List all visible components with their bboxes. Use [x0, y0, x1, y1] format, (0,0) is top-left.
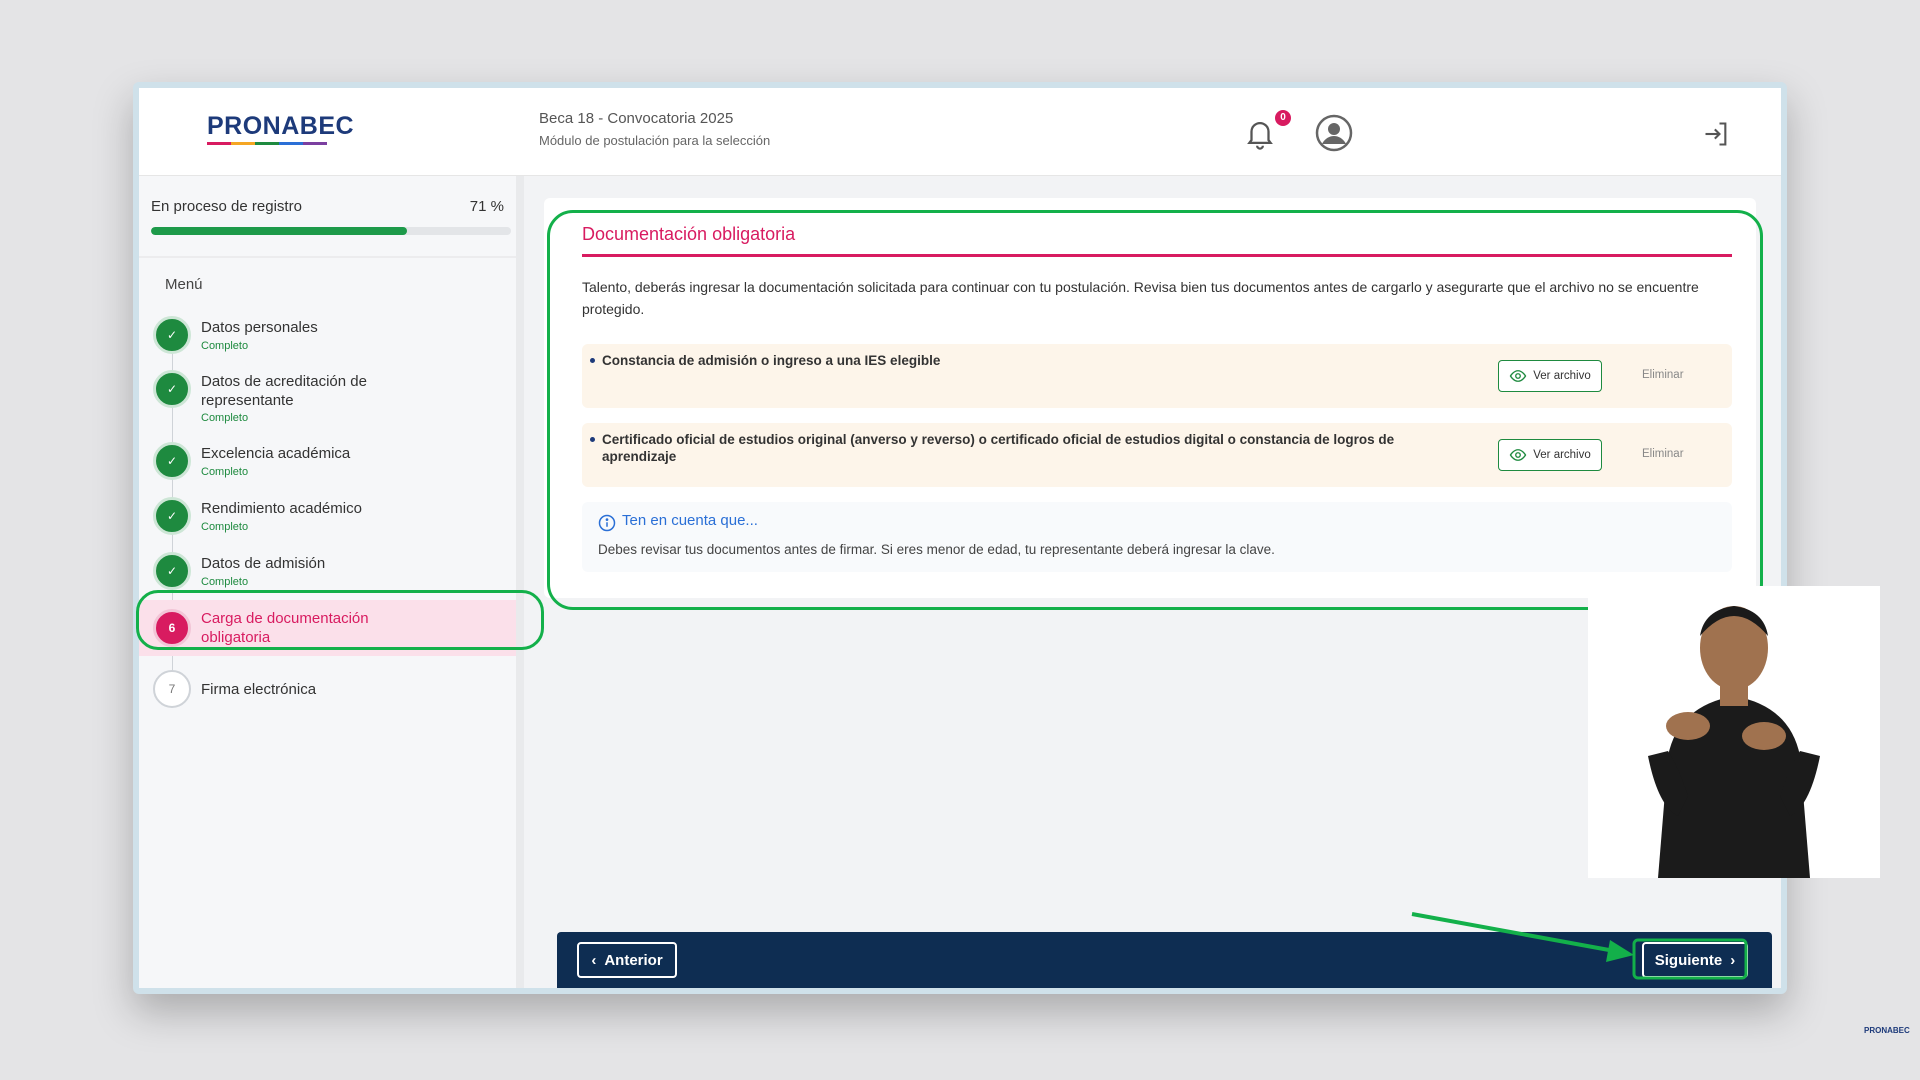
menu-title: Menú	[165, 276, 203, 293]
delete-file-button[interactable]: Eliminar	[1642, 369, 1684, 381]
note-text: Debes revisar tus documentos antes de fi…	[598, 542, 1275, 557]
progress-percent: 71 %	[469, 198, 504, 215]
check-icon: ✓	[153, 316, 191, 354]
user-avatar-icon[interactable]	[1314, 113, 1354, 153]
bullet-icon	[590, 358, 595, 363]
sign-language-interpreter-video	[1588, 586, 1880, 878]
sidebar-item-label: Datos personales	[201, 319, 318, 336]
chevron-right-icon: ›	[1730, 951, 1736, 969]
sidebar-item-label: Firma electrónica	[201, 681, 317, 698]
sidebar-item-label: Datos de admisión	[201, 555, 326, 572]
document-row: Certificado oficial de estudios original…	[582, 423, 1732, 487]
step-number: 6	[153, 609, 191, 647]
eye-icon	[1509, 370, 1527, 382]
view-file-button[interactable]: Ver archivo	[1498, 360, 1602, 392]
sidebar-item-carga-documentacion[interactable]: 6 Carga de documentación obligatoria	[139, 600, 516, 656]
header-title-block: Beca 18 - Convocatoria 2025 Módulo de po…	[539, 110, 770, 148]
view-file-button[interactable]: Ver archivo	[1498, 439, 1602, 471]
sidebar-item-datos-personales[interactable]: ✓ Datos personales Completo	[153, 316, 513, 356]
logout-icon[interactable]	[1702, 120, 1730, 148]
progress-label: En proceso de registro	[151, 198, 302, 215]
sidebar-item-label: Carga de documentación obligatoria	[201, 610, 369, 646]
sidebar-item-acreditacion[interactable]: ✓ Datos de acreditación de representante…	[153, 370, 513, 426]
step-status: Completo	[201, 521, 249, 533]
check-icon: ✓	[153, 442, 191, 480]
step-status: Completo	[201, 340, 249, 352]
step-status: Completo	[201, 412, 249, 424]
app-window: PRONABEC Beca 18 - Convocatoria 2025 Mód…	[133, 82, 1787, 994]
pronabec-logo[interactable]: PRONABEC	[207, 112, 354, 141]
sidebar-item-label: Rendimiento académico	[201, 500, 362, 517]
check-icon: ✓	[153, 552, 191, 590]
progress-bar	[151, 227, 511, 235]
eye-icon	[1509, 449, 1527, 461]
next-label: Siguiente	[1654, 951, 1723, 969]
top-bar: PRONABEC Beca 18 - Convocatoria 2025 Mód…	[139, 88, 1781, 176]
interpreter-figure	[1588, 586, 1880, 878]
step-number: 7	[153, 670, 191, 708]
page-subtitle: Módulo de postulación para la selección	[539, 133, 771, 148]
step-status: Completo	[201, 466, 249, 478]
sidebar-item-admision[interactable]: ✓ Datos de admisión Completo	[153, 552, 513, 592]
previous-button[interactable]: ‹ Anterior	[577, 942, 677, 978]
card-description: Talento, deberás ingresar la documentaci…	[582, 279, 1699, 317]
sidebar-item-rendimiento[interactable]: ✓ Rendimiento académico Completo	[153, 497, 513, 537]
document-label: Certificado oficial de estudios original…	[602, 432, 1395, 464]
sidebar-divider	[139, 256, 516, 258]
sidebar-item-label: Excelencia académica	[201, 445, 351, 462]
sidebar: En proceso de registro 71 % Menú ✓ Datos…	[139, 176, 524, 988]
delete-file-button[interactable]: Eliminar	[1642, 448, 1684, 460]
bullet-icon	[590, 437, 595, 442]
logo-color-bar	[207, 142, 327, 145]
document-row: Constancia de admisión o ingreso a una I…	[582, 344, 1732, 408]
step-status: Completo	[201, 576, 249, 588]
check-icon: ✓	[153, 497, 191, 535]
page-title: Beca 18 - Convocatoria 2025	[539, 110, 734, 127]
card-title: Documentación obligatoria	[582, 224, 796, 244]
info-icon	[598, 514, 616, 532]
check-icon: ✓	[153, 370, 191, 408]
sidebar-item-label: Datos de acreditación de representante	[201, 373, 367, 409]
next-button[interactable]: Siguiente ›	[1642, 942, 1748, 978]
document-label: Constancia de admisión o ingreso a una I…	[602, 353, 941, 368]
sidebar-item-firma-electronica[interactable]: 7 Firma electrónica	[153, 670, 513, 710]
bell-icon[interactable]	[1243, 116, 1277, 150]
title-underline	[582, 254, 1732, 257]
notification-badge: 0	[1275, 110, 1291, 126]
view-file-label: Ver archivo	[1533, 370, 1591, 382]
progress-bar-fill	[151, 227, 407, 235]
sidebar-item-excelencia[interactable]: ✓ Excelencia académica Completo	[153, 442, 513, 482]
chevron-left-icon: ‹	[591, 951, 597, 969]
footer-nav-bar: ‹ Anterior Siguiente ›	[557, 932, 1772, 988]
pronabec-watermark: PRONABEC	[1864, 1026, 1910, 1035]
view-file-label: Ver archivo	[1533, 449, 1591, 461]
note-title: Ten en cuenta que...	[622, 512, 758, 529]
documentation-card: Documentación obligatoria Talento, deber…	[544, 198, 1756, 598]
note-box: Ten en cuenta que... Debes revisar tus d…	[582, 502, 1732, 572]
previous-label: Anterior	[604, 951, 663, 969]
